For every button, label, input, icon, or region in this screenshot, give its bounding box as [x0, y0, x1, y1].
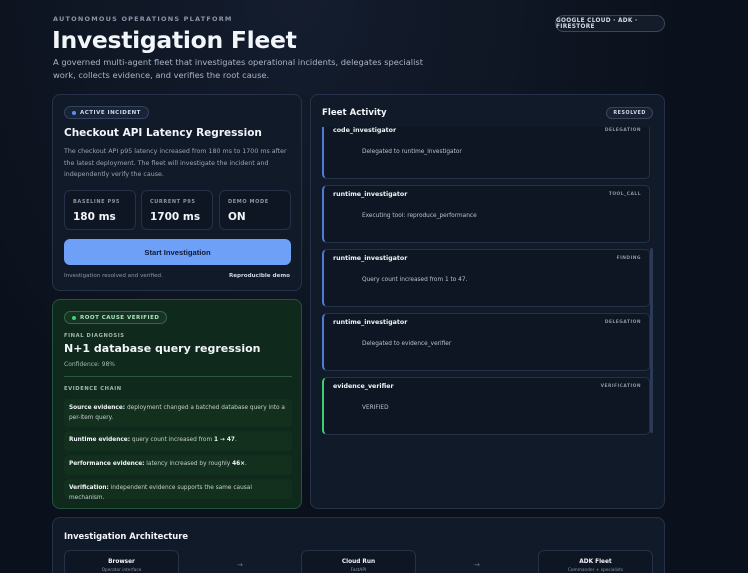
metric-value: ON [228, 211, 246, 223]
metric-current: CURRENT P95 1700 ms [141, 190, 213, 230]
root-cause-verified-label: ROOT CAUSE VERIFIED [80, 314, 160, 321]
incident-title: Checkout API Latency Regression [64, 127, 262, 139]
event-kind: VERIFICATION [600, 384, 641, 389]
evidence-strong: 46× [232, 461, 246, 467]
arrow-right-icon: → [474, 561, 480, 569]
node-title: ADK Fleet [579, 559, 612, 565]
arrow-right-icon: → [237, 561, 243, 569]
final-diagnosis-label: FINAL DIAGNOSIS [64, 333, 125, 339]
fleet-activity-title: Fleet Activity [322, 108, 387, 118]
metric-label: DEMO MODE [228, 199, 269, 205]
node-title: Browser [108, 559, 135, 565]
evidence-item-runtime: Runtime evidence: query count increased … [64, 431, 292, 451]
incident-description: The checkout API p95 latency increased f… [64, 148, 287, 178]
evidence-key: Source evidence: [69, 405, 126, 411]
platform-badge: GOOGLE CLOUD · ADK · FIRESTORE [555, 15, 665, 32]
event-agent: runtime_investigator [333, 319, 408, 326]
evidence-text: latency increased by roughly [144, 461, 233, 467]
active-incident-label: ACTIVE INCIDENT [80, 109, 141, 116]
metric-label: CURRENT P95 [150, 199, 196, 205]
evidence-item-verification: Verification: independent evidence suppo… [64, 479, 292, 501]
event-agent: runtime_investigator [333, 255, 408, 262]
divider [64, 376, 292, 377]
evidence-item-performance: Performance evidence: latency increased … [64, 455, 292, 475]
event-message: Executing tool: reproduce_performance [362, 213, 477, 219]
reproducible-demo-link[interactable]: Reproducible demo [229, 273, 290, 279]
metric-value: 180 ms [73, 211, 116, 223]
activity-event: runtime_investigator FINDING Query count… [322, 249, 650, 307]
page-title: Investigation Fleet [52, 26, 297, 54]
root-cause-panel: ROOT CAUSE VERIFIED FINAL DIAGNOSIS N+1 … [52, 299, 302, 509]
evidence-chain-label: EVIDENCE CHAIN [64, 386, 122, 392]
event-agent: runtime_investigator [333, 191, 408, 198]
evidence-item-source: Source evidence: deployment changed a ba… [64, 399, 292, 427]
arch-node-adk-fleet: ADK Fleet Commander + specialists [538, 550, 653, 573]
activity-feed[interactable]: code_investigator DELEGATION Delegated t… [322, 127, 652, 437]
metric-baseline: BASELINE P95 180 ms [64, 190, 136, 230]
event-message: Query count increased from 1 to 47. [362, 277, 468, 283]
event-kind: TOOL_CALL [608, 192, 641, 197]
event-agent: code_investigator [333, 127, 397, 134]
node-title: Cloud Run [341, 559, 376, 565]
page-subtitle: A governed multi-agent fleet that invest… [53, 57, 423, 80]
evidence-text: query count increased from [130, 437, 214, 443]
status-dot-icon [72, 110, 76, 115]
eyebrow-label: AUTONOMOUS OPERATIONS PLATFORM [53, 15, 233, 23]
resolved-badge: RESOLVED [606, 107, 653, 119]
evidence-tail: . [245, 461, 247, 467]
evidence-key: Verification: [69, 485, 109, 491]
event-kind: DELEGATION [604, 128, 641, 133]
arch-node-browser: Browser Operator interface [64, 550, 179, 573]
activity-event: code_investigator DELEGATION Delegated t… [322, 127, 650, 179]
arch-node-cloud-run: Cloud Run FastAPI [301, 550, 416, 573]
metric-demo-mode: DEMO MODE ON [219, 190, 291, 230]
root-cause-verified-badge: ROOT CAUSE VERIFIED [64, 311, 168, 324]
metric-value: 1700 ms [150, 211, 201, 223]
event-message: Delegated to evidence_verifier [362, 341, 452, 347]
event-kind: FINDING [616, 256, 641, 261]
event-message: Delegated to runtime_investigator [362, 149, 462, 155]
diagnosis-title: N+1 database query regression [64, 342, 261, 355]
metric-label: BASELINE P95 [73, 199, 120, 205]
confidence-text: Confidence: 98% [64, 361, 115, 368]
event-kind: DELEGATION [604, 320, 641, 325]
active-incident-badge: ACTIVE INCIDENT [64, 106, 149, 119]
architecture-panel: Investigation Architecture Browser Opera… [52, 517, 665, 573]
evidence-key: Performance evidence: [69, 461, 145, 467]
fleet-activity-panel: Fleet Activity RESOLVED code_investigato… [310, 94, 665, 509]
incident-panel: ACTIVE INCIDENT Checkout API Latency Reg… [52, 94, 302, 291]
node-subtitle: Operator interface [101, 568, 142, 573]
event-agent: evidence_verifier [333, 383, 394, 390]
investigation-status: Investigation resolved and verified. [64, 273, 163, 279]
activity-event: evidence_verifier VERIFICATION VERIFIED [322, 377, 650, 435]
status-dot-icon [72, 315, 76, 320]
activity-event: runtime_investigator DELEGATION Delegate… [322, 313, 650, 371]
evidence-strong: 1 → 47 [213, 437, 235, 443]
node-subtitle: Commander + specialists [567, 568, 624, 573]
start-investigation-button[interactable]: Start Investigation [64, 239, 291, 265]
feed-scrollbar[interactable] [650, 248, 653, 433]
event-message: VERIFIED [362, 405, 389, 411]
architecture-title: Investigation Architecture [64, 531, 189, 541]
node-subtitle: FastAPI [350, 568, 367, 573]
evidence-tail: . [234, 437, 237, 443]
evidence-key: Runtime evidence: [69, 437, 131, 443]
activity-event: runtime_investigator TOOL_CALL Executing… [322, 185, 650, 243]
